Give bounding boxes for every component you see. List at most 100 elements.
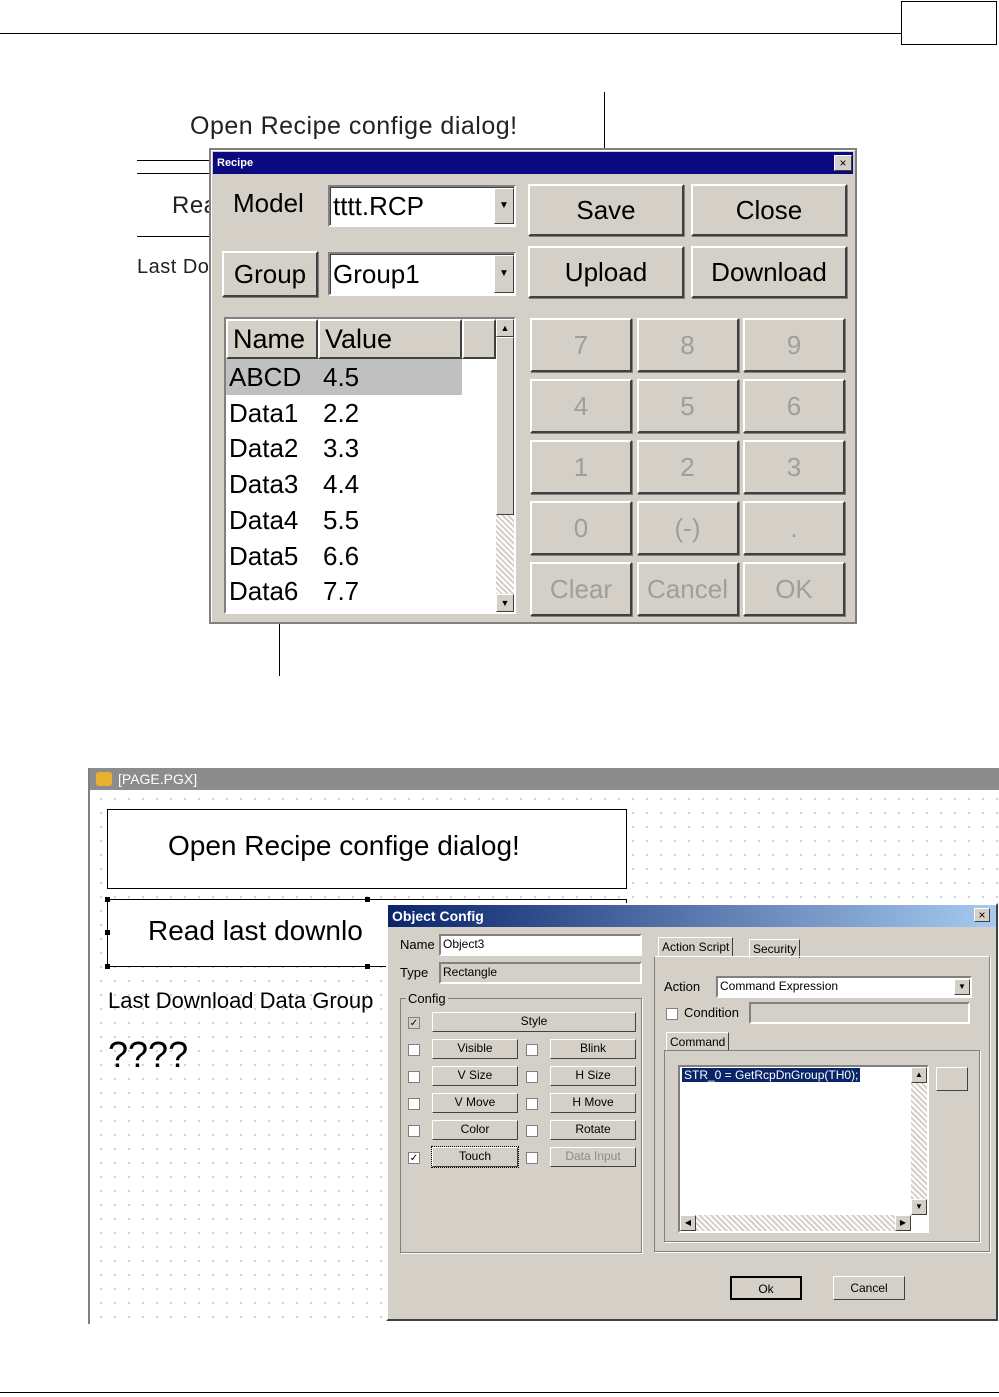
- tab-action-script[interactable]: Action Script: [658, 937, 734, 956]
- list-item[interactable]: Data4 5.5: [226, 502, 496, 538]
- cancel-button[interactable]: Cancel: [833, 1276, 905, 1300]
- chevron-down-icon[interactable]: ▼: [494, 255, 514, 293]
- close-icon[interactable]: ×: [974, 908, 990, 922]
- keypad-key[interactable]: .: [743, 501, 845, 555]
- condition-label: Condition: [684, 1005, 739, 1020]
- config-checkbox[interactable]: [526, 1152, 538, 1164]
- keypad-key[interactable]: 0: [530, 501, 632, 555]
- config-option-button[interactable]: Color: [432, 1120, 518, 1140]
- selection-handle[interactable]: [105, 964, 110, 969]
- keypad-key[interactable]: 4: [530, 379, 632, 433]
- list-item[interactable]: Data3 4.4: [226, 466, 496, 502]
- keypad-key[interactable]: 6: [743, 379, 845, 433]
- config-option-button[interactable]: H Size: [550, 1066, 636, 1086]
- action-combo[interactable]: Command Expression: [716, 976, 972, 998]
- config-checkbox[interactable]: [526, 1098, 538, 1110]
- chevron-down-icon[interactable]: ▼: [954, 979, 970, 995]
- keypad-key[interactable]: 8: [636, 318, 739, 372]
- bg-text-fragment: Last Do: [137, 256, 210, 278]
- canvas-text-question: ????: [108, 1034, 189, 1075]
- scroll-thumb[interactable]: [496, 337, 514, 515]
- config-checkbox[interactable]: [408, 1071, 420, 1083]
- scroll-up-icon[interactable]: ▲: [496, 319, 514, 337]
- close-icon[interactable]: ×: [834, 155, 852, 171]
- recipe-dialog: Recipe × Model tttt.RCP ▼ Group Group1 ▼…: [209, 148, 857, 624]
- object-config-title: Object Config: [388, 905, 996, 927]
- config-checkbox[interactable]: ✓: [408, 1152, 420, 1164]
- selection-handle[interactable]: [365, 964, 370, 969]
- tab-command[interactable]: Command: [666, 1032, 730, 1051]
- page-number-box: [901, 1, 997, 45]
- keypad-key[interactable]: 2: [636, 440, 739, 494]
- chevron-down-icon[interactable]: ▼: [494, 188, 514, 224]
- scroll-up-icon[interactable]: ▲: [911, 1067, 927, 1083]
- command-editor[interactable]: STR_0 = GetRcpDnGroup(TH0);: [678, 1065, 929, 1233]
- command-helper-button[interactable]: [936, 1067, 968, 1091]
- list-item-value: 3.3: [323, 433, 360, 464]
- selection-handle[interactable]: [105, 930, 110, 935]
- config-checkbox[interactable]: [408, 1125, 420, 1137]
- name-field[interactable]: Object3: [439, 934, 642, 956]
- command-hscrollbar[interactable]: [680, 1215, 911, 1231]
- scroll-right-icon[interactable]: ▶: [895, 1215, 911, 1231]
- config-checkbox[interactable]: [408, 1098, 420, 1110]
- column-header-blank: [462, 319, 496, 359]
- selection-handle[interactable]: [105, 897, 110, 902]
- condition-field[interactable]: [749, 1002, 970, 1024]
- group-button[interactable]: Group: [222, 251, 318, 297]
- keypad-key[interactable]: 7: [530, 318, 632, 372]
- keypad-key[interactable]: Clear: [530, 562, 632, 616]
- scroll-down-icon[interactable]: ▼: [911, 1199, 927, 1215]
- keypad-key[interactable]: 1: [530, 440, 632, 494]
- list-item[interactable]: Data2 3.3: [226, 430, 496, 466]
- list-item[interactable]: Data5 6.6: [226, 538, 496, 574]
- bg-rect-line: [137, 160, 211, 161]
- scroll-down-icon[interactable]: ▼: [496, 594, 514, 612]
- config-group-label: Config: [406, 991, 448, 1006]
- config-option-button[interactable]: V Size: [432, 1066, 518, 1086]
- config-option-button[interactable]: Blink: [550, 1039, 636, 1059]
- config-checkbox[interactable]: [526, 1071, 538, 1083]
- list-item[interactable]: Data1 2.2: [226, 395, 496, 431]
- save-button[interactable]: Save: [528, 184, 684, 236]
- selection-handle[interactable]: [365, 897, 370, 902]
- config-option-button[interactable]: H Move: [550, 1093, 636, 1113]
- condition-checkbox[interactable]: [666, 1008, 678, 1020]
- list-scrollbar[interactable]: ▲ ▼: [496, 319, 514, 612]
- list-item[interactable]: Data6 7.7: [226, 573, 496, 609]
- style-button[interactable]: Style: [432, 1012, 636, 1032]
- column-header-value[interactable]: Value: [318, 319, 462, 359]
- config-option-button[interactable]: Touch: [431, 1146, 519, 1168]
- list-item[interactable]: ABCD 4.5: [226, 359, 462, 395]
- keypad-key[interactable]: 9: [743, 318, 845, 372]
- list-header: Name Value: [226, 319, 496, 359]
- model-combo[interactable]: tttt.RCP: [328, 185, 516, 227]
- canvas-text-open-recipe: Open Recipe confige dialog!: [168, 830, 520, 861]
- column-header-name[interactable]: Name: [226, 319, 318, 359]
- keypad-key[interactable]: OK: [743, 562, 845, 616]
- action-label: Action: [664, 979, 701, 994]
- config-checkbox[interactable]: [526, 1044, 538, 1056]
- config-checkbox[interactable]: [408, 1044, 420, 1056]
- type-label: Type: [400, 965, 429, 980]
- close-button[interactable]: Close: [691, 184, 847, 236]
- keypad-key[interactable]: 5: [636, 379, 739, 433]
- keypad-key[interactable]: Cancel: [636, 562, 739, 616]
- config-option-button[interactable]: Rotate: [550, 1120, 636, 1140]
- keypad-key[interactable]: (-): [636, 501, 739, 555]
- recipe-data-list[interactable]: Name Value ABCD 4.5 Data1 2.2 Data2 3.3 Data3 4…: [224, 317, 516, 614]
- group-combo[interactable]: Group1: [328, 252, 516, 296]
- config-option-button[interactable]: Visible: [432, 1039, 518, 1059]
- ok-button[interactable]: Ok: [730, 1276, 802, 1300]
- upload-button[interactable]: Upload: [528, 246, 684, 298]
- download-button[interactable]: Download: [691, 246, 847, 298]
- list-item-name: Data4: [229, 504, 299, 535]
- command-vscrollbar[interactable]: [911, 1067, 927, 1215]
- keypad-key[interactable]: 3: [743, 440, 845, 494]
- scroll-left-icon[interactable]: ◀: [680, 1215, 696, 1231]
- action-value: Command Expression: [720, 979, 839, 993]
- config-option-button[interactable]: V Move: [432, 1093, 518, 1113]
- config-checkbox[interactable]: [526, 1125, 538, 1137]
- config-option-button[interactable]: Data Input: [550, 1147, 636, 1167]
- list-item-name: Data2: [229, 433, 299, 464]
